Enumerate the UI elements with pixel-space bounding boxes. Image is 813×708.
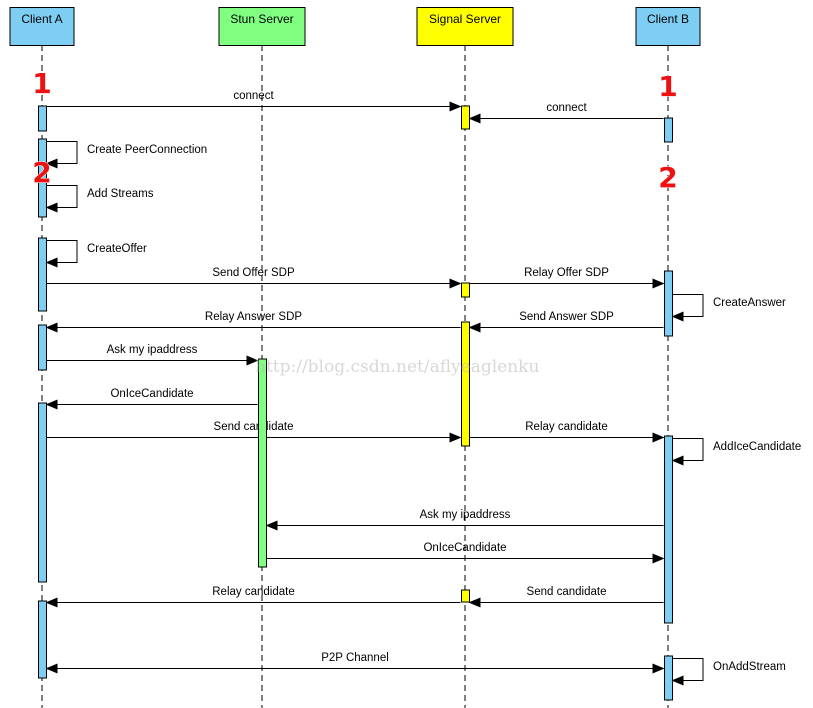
self-message-arrow — [671, 294, 704, 322]
activation-bar — [461, 589, 470, 603]
message-relay-candidate[interactable]: Relay candidate — [469, 421, 665, 443]
self-message-label: Add Streams — [87, 188, 154, 200]
message-label: Send Answer SDP — [519, 311, 614, 323]
activation-bar — [461, 282, 470, 298]
message-ask-my-ipaddress[interactable]: Ask my ipaddress — [265, 509, 664, 531]
diagram-canvas: Client A Stun Server Signal Server Client B… — [9, 7, 802, 708]
self-message-createanswer[interactable]: CreateAnswer — [671, 294, 787, 322]
participant-client-a[interactable]: Client A — [9, 7, 75, 46]
message-label: Send Offer SDP — [212, 267, 295, 279]
message-connect[interactable]: connect — [468, 102, 664, 124]
message-label: Relay Offer SDP — [524, 267, 609, 279]
message-relay-answer-sdp[interactable]: Relay Answer SDP — [45, 311, 461, 333]
message-relay-candidate[interactable]: Relay candidate — [45, 586, 461, 608]
activation-bar — [38, 324, 47, 371]
message-label: Ask my ipaddress — [420, 509, 511, 521]
message-connect[interactable]: connect — [46, 90, 462, 112]
message-send-candidate[interactable]: Send candidate — [46, 421, 462, 443]
activation-bar — [664, 435, 673, 624]
message-send-offer-sdp[interactable]: Send Offer SDP — [46, 267, 462, 289]
participant-stun-server[interactable]: Stun Server — [218, 7, 306, 46]
self-message-label: Create PeerConnection — [87, 144, 207, 156]
activation-bar — [38, 600, 47, 679]
message-send-answer-sdp[interactable]: Send Answer SDP — [468, 311, 664, 333]
self-message-add-streams[interactable]: Add Streams — [45, 185, 154, 213]
message-label: connect — [233, 90, 274, 102]
activation-bar — [38, 237, 47, 312]
self-message-create-peerconnection[interactable]: Create PeerConnection — [45, 141, 208, 169]
activation-bar — [258, 358, 267, 568]
message-p2p-channel[interactable]: P2P Channel — [45, 652, 665, 674]
activation-bar — [38, 402, 47, 583]
message-label: Relay candidate — [212, 586, 294, 598]
sequence-diagram: Client A Stun Server Signal Server Client B… — [0, 0, 813, 708]
activation-bar — [38, 105, 47, 132]
message-label: Relay candidate — [525, 421, 607, 433]
participant-label: Stun Server — [230, 12, 293, 26]
step-number-badge: 1 — [32, 67, 51, 100]
message-ask-my-ipaddress[interactable]: Ask my ipaddress — [46, 344, 259, 366]
self-message-createoffer[interactable]: CreateOffer — [45, 240, 148, 268]
activation-bar — [664, 117, 673, 143]
self-message-onaddstream[interactable]: OnAddStream — [671, 658, 786, 686]
self-message-addicecandidate[interactable]: AddIceCandidate — [671, 438, 802, 466]
self-message-label: OnAddStream — [713, 661, 786, 673]
activation-bar — [664, 270, 673, 337]
self-message-arrow — [671, 438, 704, 466]
step-number-badge: 2 — [658, 161, 677, 194]
self-message-arrow — [671, 658, 704, 686]
message-onicecandidate[interactable]: OnIceCandidate — [45, 388, 258, 410]
activation-bar — [664, 655, 673, 701]
step-number-badge: 1 — [658, 70, 677, 103]
message-label: Send candidate — [527, 586, 607, 598]
message-label: OnIceCandidate — [423, 542, 506, 554]
self-message-arrow — [45, 240, 78, 268]
participant-label: Client B — [647, 12, 689, 26]
watermark-text: http://blog.csdn.net/aflyeaglenku — [255, 357, 539, 377]
participant-client-b[interactable]: Client B — [635, 7, 701, 46]
message-label: Ask my ipaddress — [107, 344, 198, 356]
step-number-badge: 2 — [32, 156, 51, 189]
message-label: OnIceCandidate — [110, 388, 193, 400]
activation-bar — [461, 321, 470, 447]
participant-label: Client A — [21, 12, 62, 26]
self-message-label: AddIceCandidate — [713, 441, 801, 453]
message-label: P2P Channel — [321, 652, 389, 664]
self-message-label: CreateAnswer — [713, 297, 786, 309]
message-label: Relay Answer SDP — [205, 311, 302, 323]
message-send-candidate[interactable]: Send candidate — [468, 586, 664, 608]
self-message-label: CreateOffer — [87, 243, 147, 255]
message-relay-offer-sdp[interactable]: Relay Offer SDP — [469, 267, 665, 289]
message-label: Send candidate — [214, 421, 294, 433]
activation-bar — [461, 105, 470, 130]
participant-label: Signal Server — [429, 12, 501, 26]
message-label: connect — [546, 102, 587, 114]
participant-signal-server[interactable]: Signal Server — [416, 7, 514, 46]
